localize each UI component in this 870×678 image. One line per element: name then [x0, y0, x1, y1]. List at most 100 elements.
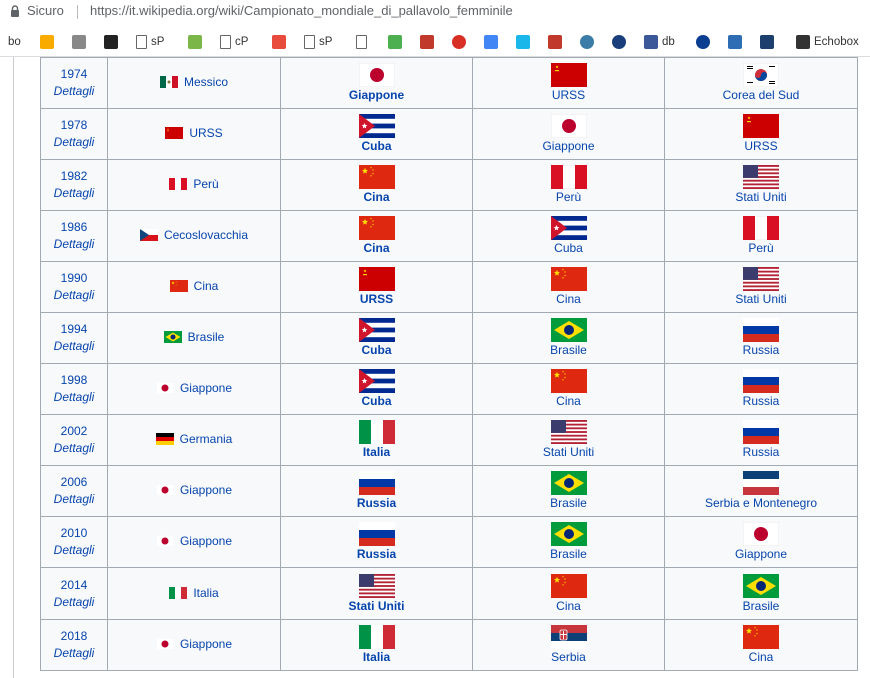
- gold-link[interactable]: Russia: [281, 496, 472, 511]
- cuba-flag-icon[interactable]: [550, 216, 587, 240]
- gold-link[interactable]: Cina: [281, 241, 472, 256]
- details-link[interactable]: Dettagli: [41, 82, 107, 100]
- bookmark-10[interactable]: [388, 34, 402, 50]
- usa-flag-icon[interactable]: [358, 573, 395, 598]
- bookmark-4[interactable]: sP: [136, 34, 164, 50]
- china-flag-icon[interactable]: [550, 573, 587, 598]
- silver-link[interactable]: Cina: [473, 394, 664, 409]
- china-flag-icon[interactable]: [550, 267, 587, 291]
- silver-link[interactable]: Cina: [473, 599, 664, 614]
- details-link[interactable]: Dettagli: [41, 286, 107, 304]
- bronze-link[interactable]: Russia: [665, 343, 857, 358]
- bookmark-19[interactable]: [696, 34, 710, 50]
- details-link[interactable]: Dettagli: [41, 593, 107, 611]
- silver-link[interactable]: Giappone: [473, 139, 664, 154]
- cuba-flag-icon[interactable]: [358, 318, 395, 342]
- host-link[interactable]: Giappone: [180, 483, 232, 497]
- bronze-link[interactable]: Stati Uniti: [665, 190, 857, 205]
- host-link[interactable]: Messico: [184, 75, 228, 89]
- japan-flag-icon[interactable]: [358, 63, 395, 87]
- year-link[interactable]: 1974: [41, 66, 107, 82]
- bronze-link[interactable]: Russia: [665, 445, 857, 460]
- bookmark-1[interactable]: [40, 34, 54, 50]
- host-link[interactable]: Giappone: [180, 381, 232, 395]
- gold-link[interactable]: Giappone: [281, 88, 472, 103]
- bookmark-16[interactable]: [580, 34, 594, 50]
- bookmark-15[interactable]: [548, 34, 562, 50]
- year-link[interactable]: 2018: [41, 628, 107, 644]
- russia-flag-icon[interactable]: [358, 522, 395, 546]
- year-link[interactable]: 2014: [41, 577, 107, 593]
- china-flag-icon[interactable]: [743, 625, 779, 649]
- usa-flag-icon[interactable]: [743, 165, 779, 189]
- brazil-flag-icon[interactable]: [550, 522, 587, 546]
- gold-link[interactable]: Cuba: [281, 343, 472, 358]
- details-link[interactable]: Dettagli: [41, 644, 107, 662]
- bookmark-0[interactable]: bo: [8, 34, 21, 50]
- bookmark-2[interactable]: [72, 34, 86, 50]
- bronze-link[interactable]: URSS: [665, 139, 857, 154]
- bronze-link[interactable]: Perù: [665, 241, 857, 256]
- ussr-flag-icon[interactable]: [165, 127, 184, 139]
- year-link[interactable]: 1986: [41, 219, 107, 235]
- details-link[interactable]: Dettagli: [41, 490, 107, 508]
- silver-link[interactable]: Perù: [473, 190, 664, 205]
- gold-link[interactable]: Cuba: [281, 394, 472, 409]
- russia-flag-icon[interactable]: [743, 318, 779, 342]
- details-link[interactable]: Dettagli: [41, 541, 107, 559]
- host-link[interactable]: Cina: [194, 279, 219, 293]
- bronze-link[interactable]: Stati Uniti: [665, 292, 857, 307]
- bookmark-13[interactable]: [484, 34, 498, 50]
- silver-link[interactable]: URSS: [473, 88, 664, 103]
- russia-flag-icon[interactable]: [358, 471, 395, 495]
- host-link[interactable]: Germania: [180, 432, 233, 446]
- brazil-flag-icon[interactable]: [550, 318, 587, 342]
- ussr-flag-icon[interactable]: [743, 114, 779, 138]
- czech-flag-icon[interactable]: [139, 229, 158, 241]
- gold-link[interactable]: Cina: [281, 190, 472, 205]
- russia-flag-icon[interactable]: [743, 420, 779, 444]
- usa-flag-icon[interactable]: [743, 267, 779, 291]
- address-bar[interactable]: Sicuro https://it.wikipedia.org/wiki/Cam…: [0, 0, 870, 24]
- japan-flag-icon[interactable]: [155, 484, 174, 496]
- brazil-flag-icon[interactable]: [743, 573, 779, 598]
- bookmark-9[interactable]: [356, 34, 367, 50]
- gold-link[interactable]: Russia: [281, 547, 472, 562]
- silver-link[interactable]: Stati Uniti: [473, 445, 664, 460]
- scg-flag-icon[interactable]: [743, 471, 779, 495]
- host-link[interactable]: Cecoslovacchia: [164, 228, 248, 242]
- china-flag-icon[interactable]: [550, 369, 587, 393]
- japan-flag-icon[interactable]: [155, 535, 174, 547]
- bronze-link[interactable]: Corea del Sud: [665, 88, 857, 103]
- italy-flag-icon[interactable]: [358, 420, 395, 444]
- bookmark-18[interactable]: db: [644, 34, 675, 50]
- host-link[interactable]: Giappone: [180, 534, 232, 548]
- cuba-flag-icon[interactable]: [358, 369, 395, 393]
- bookmark-17[interactable]: [612, 34, 626, 50]
- bookmark-12[interactable]: [452, 34, 466, 50]
- year-link[interactable]: 1982: [41, 168, 107, 184]
- china-flag-icon[interactable]: [169, 280, 188, 292]
- details-link[interactable]: Dettagli: [41, 388, 107, 406]
- host-link[interactable]: URSS: [189, 126, 222, 140]
- italy-flag-icon[interactable]: [358, 625, 395, 649]
- silver-link[interactable]: Cina: [473, 292, 664, 307]
- serbia-flag-icon[interactable]: [550, 625, 587, 649]
- details-link[interactable]: Dettagli: [41, 184, 107, 202]
- mexico-flag-icon[interactable]: [159, 76, 178, 88]
- bookmark-11[interactable]: [420, 34, 434, 50]
- bookmark-20[interactable]: [728, 34, 742, 50]
- bookmark-6[interactable]: cP: [220, 34, 248, 50]
- bookmark-14[interactable]: [516, 34, 530, 50]
- ussr-flag-icon[interactable]: [550, 63, 587, 87]
- bronze-link[interactable]: Serbia e Montenegro: [665, 496, 857, 511]
- gold-link[interactable]: Italia: [281, 650, 472, 665]
- host-link[interactable]: Italia: [193, 586, 218, 600]
- japan-flag-icon[interactable]: [155, 638, 174, 650]
- details-link[interactable]: Dettagli: [41, 235, 107, 253]
- year-link[interactable]: 2002: [41, 423, 107, 439]
- peru-flag-icon[interactable]: [169, 178, 188, 190]
- peru-flag-icon[interactable]: [743, 216, 779, 240]
- brazil-flag-icon[interactable]: [550, 471, 587, 495]
- year-link[interactable]: 2010: [41, 525, 107, 541]
